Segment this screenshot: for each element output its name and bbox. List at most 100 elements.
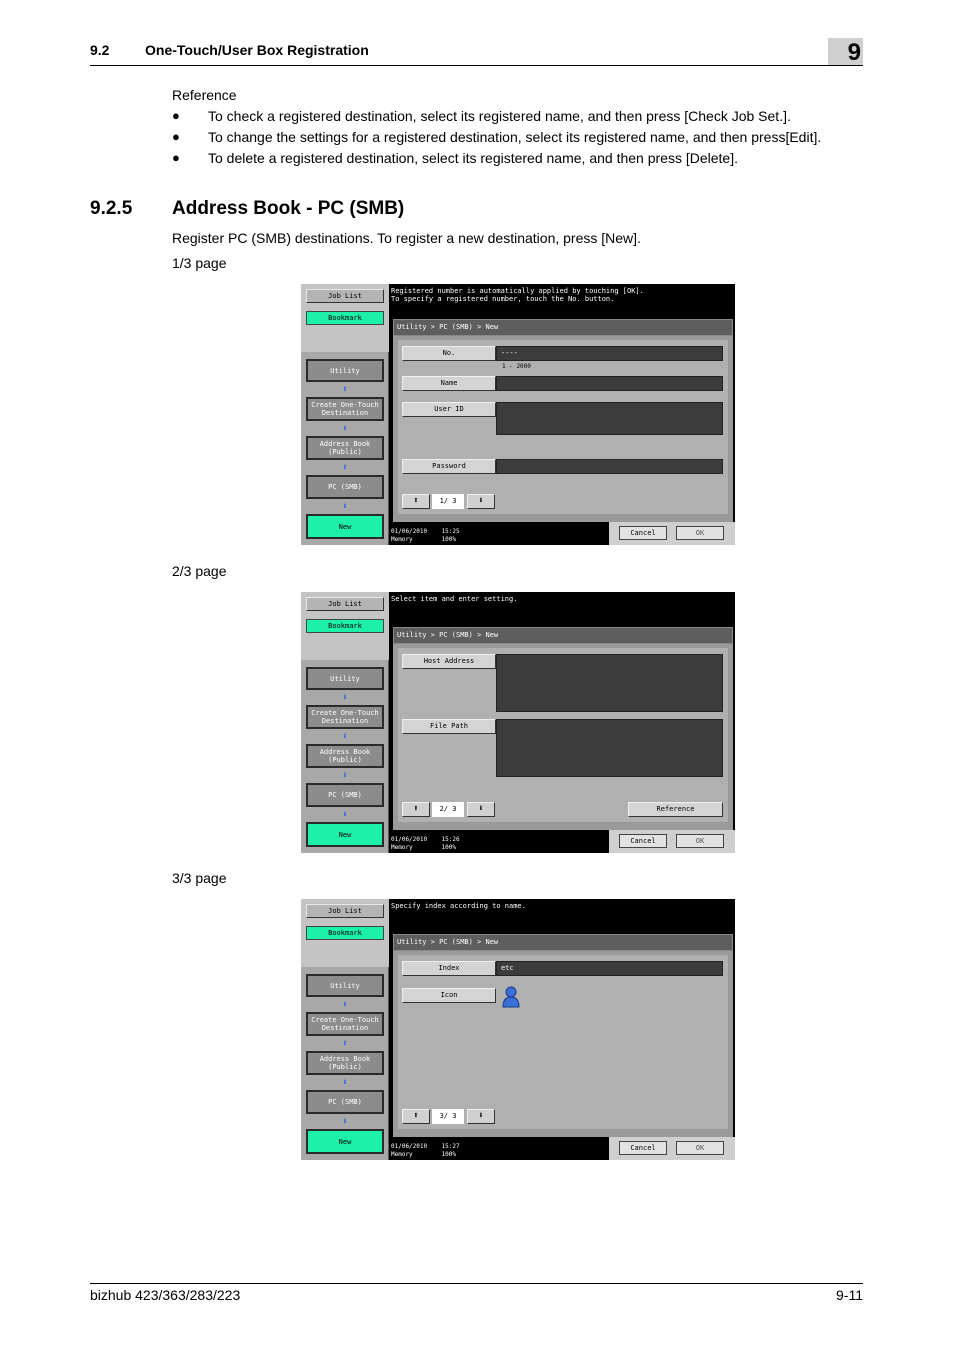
person-icon (502, 986, 520, 1008)
page-down-button[interactable]: ⬇ (467, 802, 495, 817)
host-address-button[interactable]: Host Address (402, 654, 496, 669)
main-area: No. ---- 1 - 2000 Name User ID Password … (393, 336, 733, 522)
address-book-public-button[interactable]: Address Book (Public) (306, 436, 384, 460)
down-arrow-icon: ⬇ (342, 385, 348, 395)
reference-bullet-2: To change the settings for a registered … (208, 129, 822, 145)
section-intro: Register PC (SMB) destinations. To regis… (172, 230, 641, 246)
reference-bullet-3: To delete a registered destination, sele… (208, 150, 738, 166)
no-value: ---- (496, 346, 723, 361)
bottom-button-bar: Cancel OK (609, 830, 735, 853)
reference-button[interactable]: Reference (628, 802, 723, 817)
breadcrumb: Utility > PC (SMB) > New (393, 934, 733, 951)
job-list-button[interactable]: Job List (306, 289, 384, 303)
breadcrumb: Utility > PC (SMB) > New (393, 319, 733, 336)
down-arrow-icon: ⬇ (342, 1117, 348, 1127)
settings-panel: No. ---- 1 - 2000 Name User ID Password … (398, 340, 728, 514)
page-indicator: 3/ 3 (432, 1109, 464, 1124)
utility-button[interactable]: Utility (306, 359, 384, 382)
page1-caption: 1/3 page (172, 255, 227, 271)
index-button[interactable]: Index (402, 961, 496, 976)
screenshot-page-2: Job List Bookmark Utility ⬇ Create One-T… (301, 592, 735, 853)
name-field (496, 376, 723, 391)
footer-rule (90, 1283, 863, 1284)
header-section-title: One-Touch/User Box Registration (145, 42, 369, 58)
utility-button[interactable]: Utility (306, 667, 384, 690)
index-value: etc (496, 961, 723, 976)
cancel-button[interactable]: Cancel (619, 1141, 667, 1155)
settings-panel: Index etc Icon ⬆ 3/ 3 ⬇ (398, 955, 728, 1129)
file-path-button[interactable]: File Path (402, 719, 496, 734)
bookmark-button[interactable]: Bookmark (306, 619, 384, 633)
icon-button[interactable]: Icon (402, 988, 496, 1003)
new-button[interactable]: New (306, 822, 384, 847)
bottom-button-bar: Cancel OK (609, 522, 735, 545)
status-bar: 01/06/2010 15:25 Memory 100% (391, 528, 460, 543)
down-arrow-icon: ⬇ (342, 463, 348, 473)
section-title: Address Book - PC (SMB) (172, 198, 405, 219)
password-field (496, 459, 723, 474)
bullet-dot: ● (172, 129, 180, 144)
page-up-button[interactable]: ⬆ (402, 494, 430, 509)
page2-caption: 2/3 page (172, 563, 227, 579)
address-book-public-button[interactable]: Address Book (Public) (306, 744, 384, 768)
cancel-button[interactable]: Cancel (619, 834, 667, 848)
create-one-touch-button[interactable]: Create One-Touch Destination (306, 397, 384, 421)
footer-page-number: 9-11 (836, 1287, 863, 1303)
instruction-message: Registered number is automatically appli… (391, 287, 644, 303)
bookmark-button[interactable]: Bookmark (306, 311, 384, 325)
bookmark-button[interactable]: Bookmark (306, 926, 384, 940)
status-bar: 01/06/2010 15:26 Memory 100% (391, 836, 460, 851)
page3-caption: 3/3 page (172, 870, 227, 886)
user-id-field (496, 402, 723, 435)
down-arrow-icon: ⬇ (342, 424, 348, 434)
instruction-message: Select item and enter setting. (391, 595, 518, 603)
ok-button[interactable]: OK (676, 526, 724, 540)
bullet-dot: ● (172, 150, 180, 165)
new-button[interactable]: New (306, 514, 384, 539)
name-button[interactable]: Name (402, 376, 496, 391)
bullet-dot: ● (172, 108, 180, 123)
create-one-touch-button[interactable]: Create One-Touch Destination (306, 1012, 384, 1036)
main-area: Host Address File Path ⬆ 2/ 3 ⬇ Referenc… (393, 644, 733, 830)
page-down-button[interactable]: ⬇ (467, 494, 495, 509)
status-bar: 01/06/2010 15:27 Memory 100% (391, 1143, 460, 1158)
page-down-button[interactable]: ⬇ (467, 1109, 495, 1124)
pc-smb-button[interactable]: PC (SMB) (306, 475, 384, 499)
settings-panel: Host Address File Path ⬆ 2/ 3 ⬇ Referenc… (398, 648, 728, 822)
job-list-button[interactable]: Job List (306, 597, 384, 611)
reference-bullet-1: To check a registered destination, selec… (208, 108, 791, 124)
reference-label: Reference (172, 87, 237, 103)
header-rule (90, 65, 863, 66)
ok-button[interactable]: OK (676, 834, 724, 848)
instruction-message: Specify index according to name. (391, 902, 526, 910)
down-arrow-icon: ⬇ (342, 1039, 348, 1049)
down-arrow-icon: ⬇ (342, 732, 348, 742)
chapter-number: 9 (847, 39, 861, 66)
screenshot-page-1: Job List Bookmark Utility ⬇ Create One-T… (301, 284, 735, 545)
no-range: 1 - 2000 (502, 363, 531, 370)
ok-button[interactable]: OK (676, 1141, 724, 1155)
address-book-public-button[interactable]: Address Book (Public) (306, 1051, 384, 1075)
down-arrow-icon: ⬇ (342, 693, 348, 703)
host-address-field (496, 654, 723, 712)
job-list-button[interactable]: Job List (306, 904, 384, 918)
down-arrow-icon: ⬇ (342, 1078, 348, 1088)
no-button[interactable]: No. (402, 346, 496, 361)
page-indicator: 2/ 3 (432, 802, 464, 817)
user-id-button[interactable]: User ID (402, 402, 496, 417)
down-arrow-icon: ⬇ (342, 771, 348, 781)
screenshot-page-3: Job List Bookmark Utility ⬇ Create One-T… (301, 899, 735, 1160)
password-button[interactable]: Password (402, 459, 496, 474)
create-one-touch-button[interactable]: Create One-Touch Destination (306, 705, 384, 729)
page-up-button[interactable]: ⬆ (402, 802, 430, 817)
utility-button[interactable]: Utility (306, 974, 384, 997)
pc-smb-button[interactable]: PC (SMB) (306, 1090, 384, 1114)
breadcrumb: Utility > PC (SMB) > New (393, 627, 733, 644)
new-button[interactable]: New (306, 1129, 384, 1154)
cancel-button[interactable]: Cancel (619, 526, 667, 540)
file-path-field (496, 719, 723, 777)
page-up-button[interactable]: ⬆ (402, 1109, 430, 1124)
down-arrow-icon: ⬇ (342, 810, 348, 820)
main-area: Index etc Icon ⬆ 3/ 3 ⬇ (393, 951, 733, 1137)
pc-smb-button[interactable]: PC (SMB) (306, 783, 384, 807)
